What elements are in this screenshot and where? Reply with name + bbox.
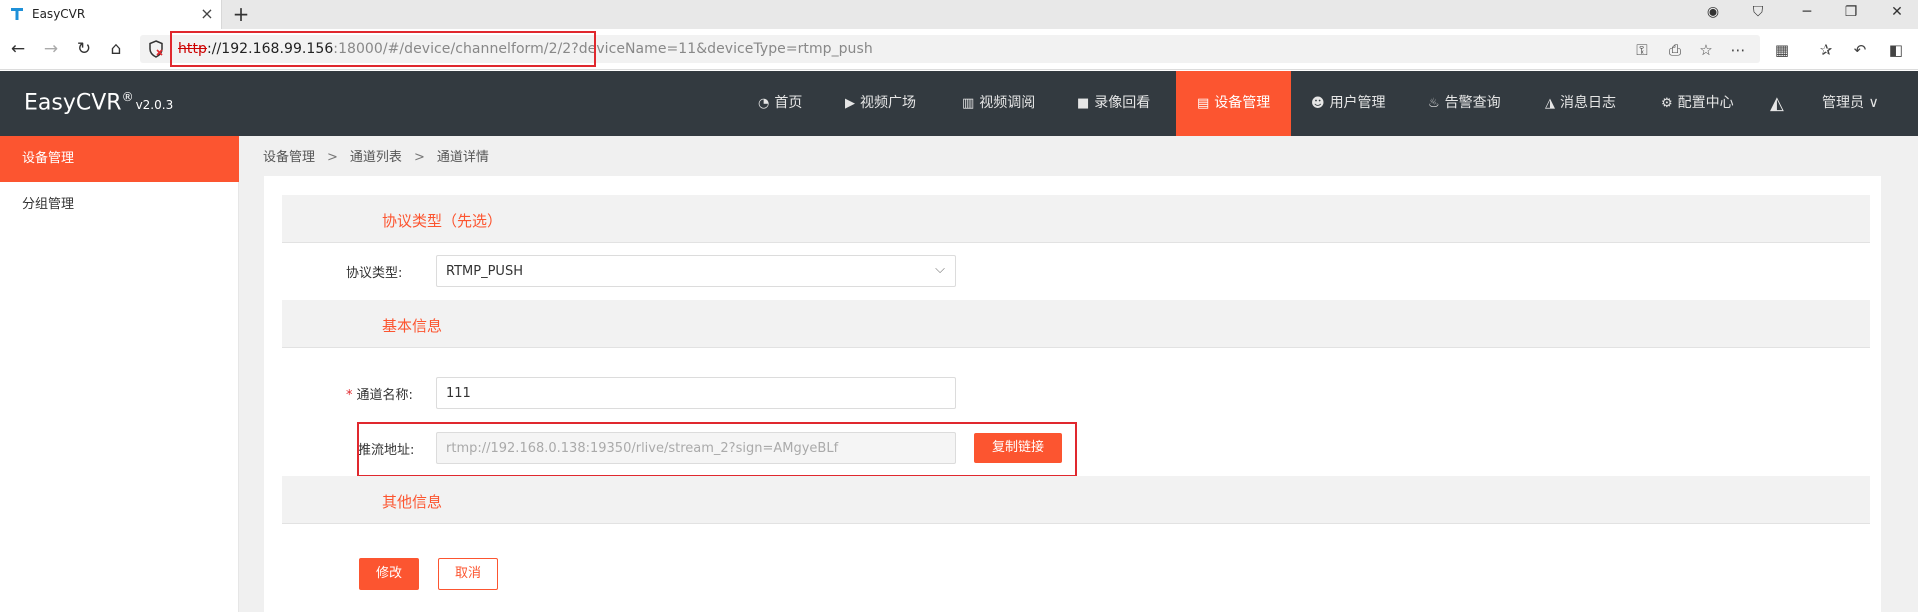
sidebar: 设备管理 分组管理 [0,136,239,612]
cancel-button[interactable]: 取消 [438,558,498,590]
breadcrumb: 设备管理 > 通道列表 > 通道详情 [263,146,489,165]
app-logo[interactable]: EasyCVR®v2.0.3 [24,90,173,115]
nav-device-management[interactable]: ▤ 设备管理 [1176,71,1292,136]
section-title: 协议类型（先选） [382,212,503,230]
submit-button[interactable]: 修改 [359,558,419,590]
sidebar-toggle-icon[interactable]: ◧ [1886,40,1906,60]
tab-close-icon[interactable]: × [198,4,216,23]
window-close-icon[interactable]: ✕ [1886,4,1908,20]
browser-tabstrip: EasyCVR × + ◉ ⛉ ─ ❐ ✕ [0,0,1918,29]
nav-video-review[interactable]: ▥ 视频调阅 [962,71,1035,136]
restore-icon[interactable]: ❐ [1840,4,1862,20]
video-camera-icon: ■ [1077,96,1090,111]
section-other-info: 其他信息 [282,476,1870,524]
channel-name-field[interactable]: 111 [436,377,956,409]
dashboard-icon: ◔ [758,96,770,111]
sidebar-item-group-management[interactable]: 分组管理 [0,182,239,228]
device-icon: ▤ [1197,96,1210,111]
nav-label: 视频调阅 [979,95,1036,111]
translate-icon[interactable]: ⎙ [1665,40,1685,60]
star-icon[interactable]: ☆ [1696,40,1716,60]
nav-user-management[interactable]: ☻ 用户管理 [1311,71,1386,136]
breadcrumb-channel-list[interactable]: 通道列表 [350,150,402,165]
logo-registered-mark: ® [121,90,134,104]
back-icon[interactable]: ← [8,39,28,59]
channel-form-card: 协议类型（先选） 协议类型: RTMP_PUSH ⌵ 基本信息 * 通道名称: 1… [264,176,1881,612]
home-icon[interactable]: ⌂ [106,39,126,59]
protocol-type-value: RTMP_PUSH [446,264,523,279]
protocol-type-label: 协议类型: [346,266,403,281]
downloads-icon[interactable]: ◉ [1702,4,1724,20]
shirt-icon[interactable]: ⛉ [1747,4,1769,20]
push-url-highlight-box [357,422,1077,477]
logo-text: EasyCVR [24,90,122,116]
url-highlight-box [170,31,596,67]
breadcrumb-channel-detail: 通道详情 [436,150,489,165]
nav-label: 用户管理 [1329,95,1386,111]
play-icon: ▶ [845,96,855,111]
grid-icon: ▥ [962,96,975,111]
section-title: 其他信息 [382,493,443,511]
bell-icon: ◮ [1545,96,1555,111]
more-icon[interactable]: ⋯ [1728,40,1748,60]
nav-label: 录像回看 [1094,95,1151,111]
breadcrumb-device-management[interactable]: 设备管理 [263,150,315,165]
main-content: 设备管理 > 通道列表 > 通道详情 协议类型（先选） 协议类型: RTMP_PUSH … [239,136,1918,612]
user-menu[interactable]: 管理员 ∨ [1822,71,1879,136]
minimize-icon[interactable]: ─ [1796,4,1818,20]
new-tab-button[interactable]: + [230,2,252,26]
gear-icon: ⚙ [1661,96,1673,111]
easycvr-favicon-icon [11,8,23,20]
forward-icon[interactable]: → [41,39,61,59]
protocol-type-select[interactable]: RTMP_PUSH ⌵ [436,255,956,287]
insecure-shield-icon [149,40,163,58]
key-icon[interactable]: ⚿ [1632,40,1652,60]
channel-name-label: * 通道名称: [346,384,413,403]
nav-label: 设备管理 [1214,95,1271,111]
breadcrumb-separator: > [327,150,338,165]
nav-home[interactable]: ◔ 首页 [758,71,802,136]
section-basic-info: 基本信息 [282,300,1870,348]
nav-label: 视频广场 [860,95,916,111]
section-protocol: 协议类型（先选） [282,195,1870,243]
favorites-icon[interactable]: ✰ [1816,40,1836,60]
notification-bell-icon[interactable]: ◭ [1770,71,1784,136]
user-icon: ☻ [1311,96,1325,111]
nav-label: 告警查询 [1444,95,1501,111]
required-mark: * [346,388,353,403]
nav-config-center[interactable]: ⚙ 配置中心 [1661,71,1734,136]
alarm-icon: ♨ [1428,96,1440,111]
nav-label: 配置中心 [1677,95,1734,111]
nav-video-square[interactable]: ▶ 视频广场 [845,71,916,136]
app-version: v2.0.3 [135,98,174,113]
tab-title: EasyCVR [32,7,86,21]
nav-label: 首页 [774,95,803,111]
browser-tab[interactable]: EasyCVR × [0,0,222,29]
undo-icon[interactable]: ↶ [1850,40,1870,60]
breadcrumb-separator: > [413,150,425,165]
nav-message-log[interactable]: ◮ 消息日志 [1545,71,1616,136]
section-title: 基本信息 [382,317,443,335]
channel-name-label-text: 通道名称: [356,388,413,403]
sidebar-item-device-management[interactable]: 设备管理 [0,136,239,182]
nav-label: 消息日志 [1560,95,1616,111]
apps-grid-icon[interactable]: ▦ [1772,40,1792,60]
reload-icon[interactable]: ↻ [74,39,94,59]
app-header: EasyCVR®v2.0.3 ◔ 首页 ▶ 视频广场 ▥ 视频调阅 ■ 录像回看 ▤ 设备… [0,71,1918,136]
channel-name-value: 111 [446,386,471,401]
nav-alarm-query[interactable]: ♨ 告警查询 [1428,71,1501,136]
nav-playback[interactable]: ■ 录像回看 [1077,71,1150,136]
chevron-down-icon: ⌵ [935,262,945,277]
